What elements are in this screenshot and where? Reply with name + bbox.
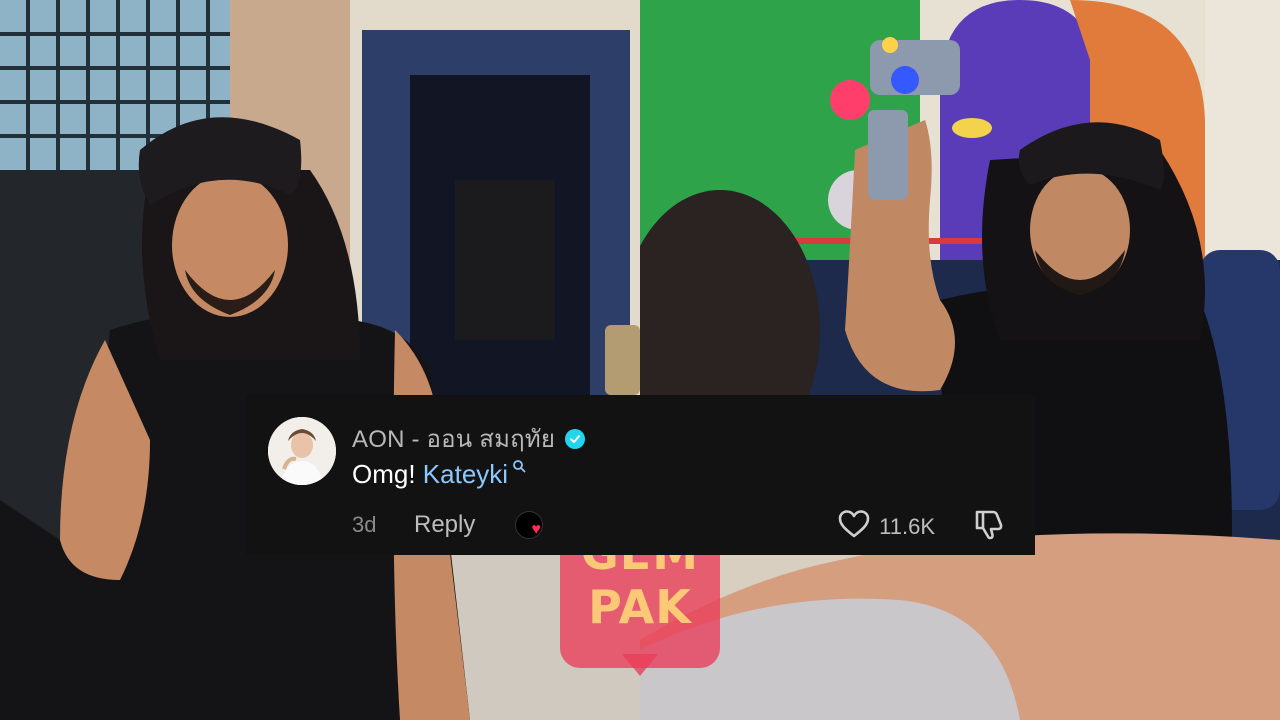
comment-text: Omg! Kateyki xyxy=(352,459,526,490)
mention-link[interactable]: Kateyki xyxy=(423,459,508,489)
search-icon[interactable] xyxy=(508,460,526,477)
comment-timestamp: 3d xyxy=(352,512,377,537)
heart-icon: ♥ xyxy=(531,521,541,538)
left-photo-scene xyxy=(0,0,640,720)
watermark-line-2: PAK xyxy=(588,580,692,634)
heart-outline-icon[interactable] xyxy=(837,508,871,545)
right-photo xyxy=(640,0,1280,720)
commenter-avatar[interactable] xyxy=(268,417,336,485)
left-photo xyxy=(0,0,640,720)
thumbs-down-icon[interactable] xyxy=(971,507,1005,546)
verified-check-icon xyxy=(565,428,586,449)
watermark-tail xyxy=(622,654,658,676)
comment-card: AON - ออน สมฤทัย Omg! Kateyki 3d Reply ♥… xyxy=(246,395,1035,555)
comment-header: AON - ออน สมฤทัย xyxy=(352,419,586,458)
comment-meta: 3d Reply ♥ xyxy=(352,511,545,539)
reply-button[interactable]: Reply xyxy=(414,511,475,539)
right-photo-scene xyxy=(640,0,1280,720)
like-controls: 11.6K xyxy=(837,507,1005,546)
commenter-username[interactable]: AON - ออน สมฤทัย xyxy=(352,419,555,458)
like-count: 11.6K xyxy=(879,513,935,539)
avatar-image xyxy=(268,417,336,485)
comment-text-prefix: Omg! xyxy=(352,459,423,489)
creator-liked-badge: ♥ xyxy=(515,511,545,539)
